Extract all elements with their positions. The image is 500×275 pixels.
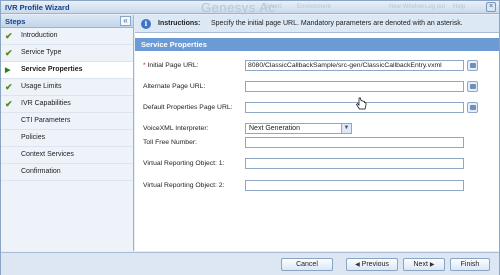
step-context-services[interactable]: Context Services: [1, 147, 133, 164]
checkmark-icon: ✔: [5, 48, 13, 58]
virtual-reporting-object-1-label: Virtual Reporting Object: 1:: [143, 160, 225, 167]
step-introduction[interactable]: ✔ Introduction: [1, 28, 133, 45]
collapse-sidebar-button[interactable]: «: [120, 16, 131, 26]
background-logout-link: Log out: [425, 4, 446, 10]
initial-page-url-label: * Initial Page URL:: [143, 62, 199, 69]
toll-free-number-input[interactable]: [245, 137, 464, 148]
step-ivr-capabilities[interactable]: ✔ IVR Capabilities: [1, 96, 133, 113]
alternate-page-url-row: Alternate Page URL:: [135, 81, 499, 93]
folder-icon: [470, 84, 476, 89]
browse-initial-url-button[interactable]: [467, 60, 478, 71]
step-label: Introduction: [21, 32, 58, 39]
toll-free-number-label: Toll Free Number:: [143, 139, 198, 146]
instructions-label: Instructions:: [158, 20, 201, 27]
step-label: Service Type: [21, 49, 62, 56]
next-button[interactable]: Next ▶: [403, 258, 445, 271]
virtual-reporting-object-2-input[interactable]: [245, 180, 464, 191]
alternate-page-url-label: Alternate Page URL:: [143, 83, 206, 90]
folder-icon: [470, 63, 476, 68]
info-icon: i: [141, 19, 151, 29]
default-properties-url-label: Default Properties Page URL:: [143, 104, 233, 111]
cancel-button[interactable]: Cancel: [281, 258, 333, 271]
steps-sidebar: Steps « ✔ Introduction ✔ Service Type ▶ …: [1, 15, 134, 251]
default-properties-url-row: Default Properties Page URL:: [135, 102, 499, 114]
main-panel: i Instructions: Specify the initial page…: [135, 15, 499, 251]
instructions-bar: i Instructions: Specify the initial page…: [135, 15, 499, 33]
title-bar[interactable]: IVR Profile Wizard Genesys Ac Tenant: En…: [1, 0, 499, 15]
previous-button[interactable]: ◀ Previous: [346, 258, 398, 271]
current-step-arrow-icon: ▶: [5, 67, 11, 74]
checkmark-icon: ✔: [5, 99, 13, 109]
initial-page-url-input[interactable]: 8080/ClassicCallbackSample/src-gen/Class…: [245, 60, 464, 71]
checkmark-icon: ✔: [5, 82, 13, 92]
background-tenant-text: Tenant:: [263, 4, 283, 10]
wizard-window: IVR Profile Wizard Genesys Ac Tenant: En…: [0, 0, 500, 275]
close-icon[interactable]: ×: [486, 2, 496, 12]
step-label: CTI Parameters: [21, 117, 71, 124]
chevron-left-icon: ◀: [355, 262, 360, 268]
chevron-down-icon[interactable]: ▼: [341, 124, 351, 133]
voicexml-interpreter-label: VoiceXML Interpreter:: [143, 125, 209, 132]
steps-header: Steps «: [1, 15, 133, 28]
required-asterisk: *: [143, 62, 146, 69]
voicexml-interpreter-row: VoiceXML Interpreter: Next Generation ▼: [135, 123, 499, 135]
voicexml-interpreter-value: Next Generation: [249, 125, 300, 132]
background-new-window-link: New Window: [389, 4, 425, 10]
chevron-right-icon: ▶: [429, 262, 435, 268]
section-title: Service Properties: [141, 40, 207, 49]
step-label: Context Services: [21, 151, 74, 158]
voicexml-interpreter-select[interactable]: Next Generation ▼: [245, 123, 352, 134]
step-label: IVR Capabilities: [21, 100, 71, 107]
browse-alternate-url-button[interactable]: [467, 81, 478, 92]
step-label: Policies: [21, 134, 46, 141]
section-header: Service Properties: [135, 38, 499, 51]
browse-default-properties-url-button[interactable]: [467, 102, 478, 113]
step-service-type[interactable]: ✔ Service Type: [1, 45, 133, 62]
virtual-reporting-object-2-label: Virtual Reporting Object: 2:: [143, 182, 225, 189]
step-policies[interactable]: Policies: [1, 130, 133, 147]
step-label: Usage Limits: [21, 83, 62, 90]
window-title: IVR Profile Wizard: [5, 3, 70, 12]
background-environment-text: Environment: [297, 4, 331, 10]
step-usage-limits[interactable]: ✔ Usage Limits: [1, 79, 133, 96]
virtual-reporting-object-2-row: Virtual Reporting Object: 2:: [135, 180, 499, 192]
wizard-footer: Cancel ◀ Previous Next ▶ Finish: [1, 252, 499, 275]
step-cti-parameters[interactable]: CTI Parameters: [1, 113, 133, 130]
hand-cursor-icon: [356, 97, 367, 110]
instructions-text: Specify the initial page URL. Mandatory …: [211, 20, 463, 27]
step-confirmation[interactable]: Confirmation: [1, 164, 133, 181]
background-help-link: Help: [453, 4, 466, 10]
finish-button[interactable]: Finish: [450, 258, 490, 271]
checkmark-icon: ✔: [5, 31, 13, 41]
step-service-properties[interactable]: ▶ Service Properties: [1, 62, 133, 79]
steps-header-label: Steps: [5, 17, 26, 26]
step-label: Service Properties: [21, 66, 83, 73]
toll-free-number-row: Toll Free Number:: [135, 137, 499, 149]
steps-list: ✔ Introduction ✔ Service Type ▶ Service …: [1, 28, 133, 181]
virtual-reporting-object-1-row: Virtual Reporting Object: 1:: [135, 158, 499, 170]
alternate-page-url-input[interactable]: [245, 81, 464, 92]
step-label: Confirmation: [21, 168, 61, 175]
initial-page-url-row: * Initial Page URL: 8080/ClassicCallback…: [135, 60, 499, 72]
virtual-reporting-object-1-input[interactable]: [245, 158, 464, 169]
folder-icon: [470, 105, 476, 110]
